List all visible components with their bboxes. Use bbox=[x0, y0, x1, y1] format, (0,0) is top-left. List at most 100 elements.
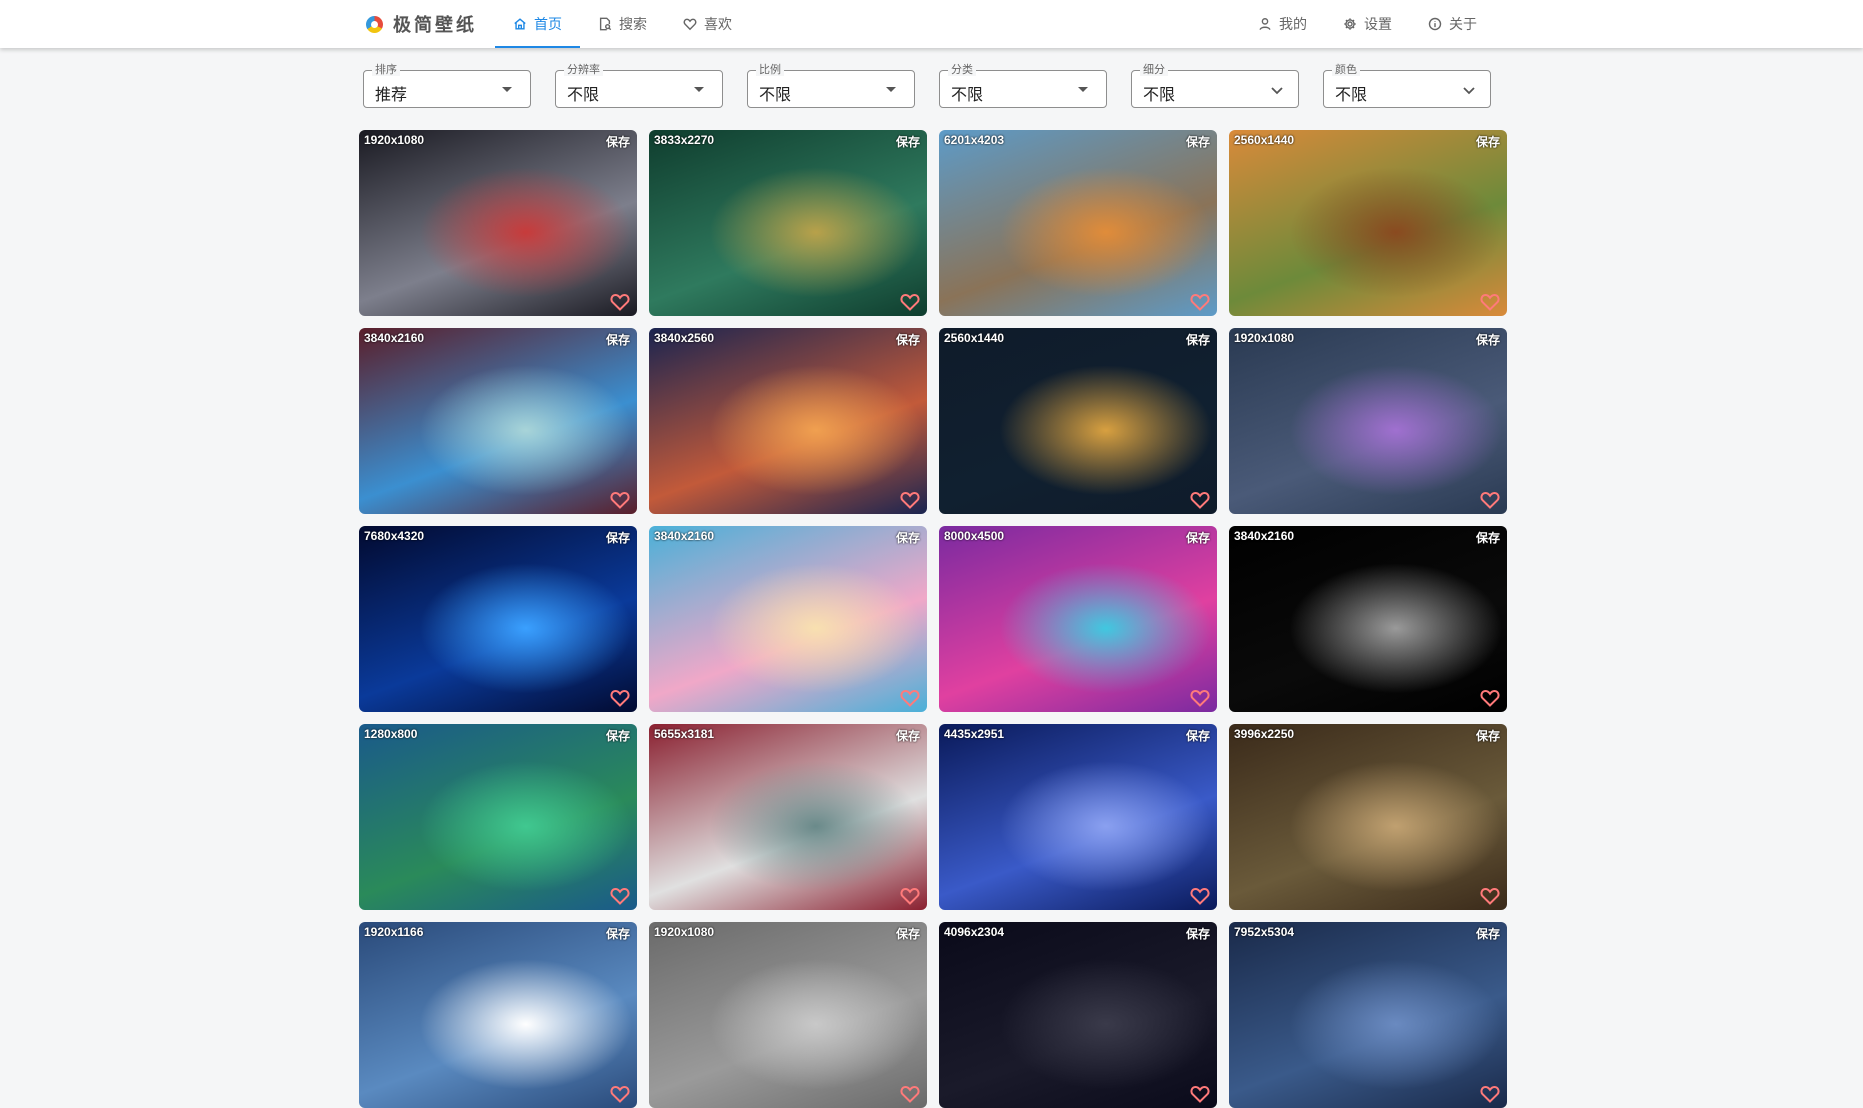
favorite-heart-icon[interactable] bbox=[1190, 1085, 1210, 1103]
wallpaper-thumbnail bbox=[359, 328, 637, 514]
save-button[interactable]: 保存 bbox=[896, 529, 920, 546]
wallpaper-card[interactable]: 7680x4320 保存 bbox=[359, 526, 637, 712]
save-button[interactable]: 保存 bbox=[606, 133, 630, 150]
save-button[interactable]: 保存 bbox=[896, 727, 920, 744]
save-button[interactable]: 保存 bbox=[1186, 133, 1210, 150]
wallpaper-thumbnail bbox=[649, 526, 927, 712]
wallpaper-card[interactable]: 3833x2270 保存 bbox=[649, 130, 927, 316]
resolution-label: 2560x1440 bbox=[944, 331, 1005, 345]
filter-value: 不限 bbox=[1335, 87, 1368, 104]
favorite-heart-icon[interactable] bbox=[1190, 293, 1210, 311]
save-button[interactable]: 保存 bbox=[896, 331, 920, 348]
favorite-heart-icon[interactable] bbox=[610, 689, 630, 707]
subcategory-select[interactable]: 细分 不限 bbox=[1131, 64, 1299, 108]
filter-label: 比例 bbox=[756, 64, 784, 76]
wallpaper-card[interactable]: 3840x2160 保存 bbox=[649, 526, 927, 712]
resolution-label: 4096x2304 bbox=[944, 925, 1005, 939]
save-button[interactable]: 保存 bbox=[606, 925, 630, 942]
favorite-heart-icon[interactable] bbox=[900, 887, 920, 905]
nav-item-search[interactable]: 搜索 bbox=[580, 0, 665, 48]
wallpaper-card[interactable]: 3996x2250 保存 bbox=[1229, 724, 1507, 910]
favorite-heart-icon[interactable] bbox=[610, 887, 630, 905]
save-button[interactable]: 保存 bbox=[1186, 331, 1210, 348]
filter-value: 不限 bbox=[951, 87, 984, 104]
wallpaper-card[interactable]: 3840x2160 保存 bbox=[1229, 526, 1507, 712]
save-button[interactable]: 保存 bbox=[896, 925, 920, 942]
wallpaper-card[interactable]: 8000x4500 保存 bbox=[939, 526, 1217, 712]
resolution-label: 3840x2560 bbox=[654, 331, 715, 345]
gear-icon bbox=[1344, 18, 1356, 30]
wallpaper-card[interactable]: 5655x3181 保存 bbox=[649, 724, 927, 910]
wallpaper-card[interactable]: 7952x5304 保存 bbox=[1229, 922, 1507, 1108]
heart-icon bbox=[683, 18, 697, 31]
wallpaper-card[interactable]: 2560x1440 保存 bbox=[1229, 130, 1507, 316]
save-button[interactable]: 保存 bbox=[1476, 133, 1500, 150]
nav-item-mine[interactable]: 我的 bbox=[1240, 0, 1325, 48]
favorite-heart-icon[interactable] bbox=[1480, 887, 1500, 905]
favorite-heart-icon[interactable] bbox=[900, 491, 920, 509]
filter-value: 不限 bbox=[567, 87, 600, 104]
favorite-heart-icon[interactable] bbox=[610, 491, 630, 509]
favorite-heart-icon[interactable] bbox=[900, 293, 920, 311]
chevron-down-icon bbox=[1270, 83, 1284, 97]
favorite-heart-icon[interactable] bbox=[900, 689, 920, 707]
save-button[interactable]: 保存 bbox=[1476, 727, 1500, 744]
save-button[interactable]: 保存 bbox=[896, 133, 920, 150]
save-button[interactable]: 保存 bbox=[1476, 529, 1500, 546]
nav-item-settings[interactable]: 设置 bbox=[1325, 0, 1410, 48]
category-select[interactable]: 分类 不限 bbox=[939, 64, 1107, 108]
save-button[interactable]: 保存 bbox=[606, 331, 630, 348]
favorite-heart-icon[interactable] bbox=[1480, 689, 1500, 707]
favorite-heart-icon[interactable] bbox=[1190, 887, 1210, 905]
nav-item-home[interactable]: 首页 bbox=[495, 0, 580, 48]
wallpaper-card[interactable]: 3840x2160 保存 bbox=[359, 328, 637, 514]
app-logo[interactable]: 极简壁纸 bbox=[366, 12, 477, 36]
save-button[interactable]: 保存 bbox=[1186, 925, 1210, 942]
favorite-heart-icon[interactable] bbox=[1480, 491, 1500, 509]
wallpaper-card[interactable]: 4096x2304 保存 bbox=[939, 922, 1217, 1108]
user-icon bbox=[1259, 18, 1271, 30]
wallpaper-card[interactable]: 1920x1080 保存 bbox=[359, 130, 637, 316]
save-button[interactable]: 保存 bbox=[1186, 529, 1210, 546]
caret-down-icon bbox=[694, 87, 704, 92]
color-select[interactable]: 颜色 不限 bbox=[1323, 64, 1491, 108]
save-button[interactable]: 保存 bbox=[1476, 331, 1500, 348]
ratio-select[interactable]: 比例 不限 bbox=[747, 64, 915, 108]
nav-item-favorites[interactable]: 喜欢 bbox=[665, 0, 750, 48]
save-button[interactable]: 保存 bbox=[1476, 925, 1500, 942]
wallpaper-card[interactable]: 4435x2951 保存 bbox=[939, 724, 1217, 910]
wallpaper-card[interactable]: 6201x4203 保存 bbox=[939, 130, 1217, 316]
wallpaper-card[interactable]: 2560x1440 保存 bbox=[939, 328, 1217, 514]
nav-label: 喜欢 bbox=[704, 16, 732, 32]
wallpaper-card[interactable]: 1280x800 保存 bbox=[359, 724, 637, 910]
favorite-heart-icon[interactable] bbox=[1480, 293, 1500, 311]
save-button[interactable]: 保存 bbox=[1186, 727, 1210, 744]
favorite-heart-icon[interactable] bbox=[1480, 1085, 1500, 1103]
wallpaper-card[interactable]: 3840x2560 保存 bbox=[649, 328, 927, 514]
save-button[interactable]: 保存 bbox=[606, 529, 630, 546]
nav-label: 关于 bbox=[1449, 16, 1477, 32]
save-button[interactable]: 保存 bbox=[606, 727, 630, 744]
app-title: 极简壁纸 bbox=[393, 15, 477, 35]
sort-select[interactable]: 排序 推荐 bbox=[363, 64, 531, 108]
nav-item-about[interactable]: 关于 bbox=[1410, 0, 1495, 48]
wallpaper-card[interactable]: 1920x1080 保存 bbox=[1229, 328, 1507, 514]
caret-down-icon bbox=[886, 87, 896, 92]
wallpaper-thumbnail bbox=[1229, 922, 1507, 1108]
wallpaper-thumbnail bbox=[939, 526, 1217, 712]
wallpaper-thumbnail bbox=[1229, 724, 1507, 910]
resolution-label: 1920x1080 bbox=[1234, 331, 1295, 345]
favorite-heart-icon[interactable] bbox=[1190, 689, 1210, 707]
wallpaper-card[interactable]: 1920x1080 保存 bbox=[649, 922, 927, 1108]
favorite-heart-icon[interactable] bbox=[610, 1085, 630, 1103]
wallpaper-thumbnail bbox=[939, 922, 1217, 1108]
nav-label: 搜索 bbox=[619, 16, 647, 32]
wallpaper-card[interactable]: 1920x1166 保存 bbox=[359, 922, 637, 1108]
favorite-heart-icon[interactable] bbox=[610, 293, 630, 311]
favorite-heart-icon[interactable] bbox=[1190, 491, 1210, 509]
favorite-heart-icon[interactable] bbox=[900, 1085, 920, 1103]
resolution-label: 4435x2951 bbox=[944, 727, 1005, 741]
filter-label: 排序 bbox=[372, 64, 400, 76]
wallpaper-thumbnail bbox=[359, 526, 637, 712]
resolution-select[interactable]: 分辨率 不限 bbox=[555, 64, 723, 108]
